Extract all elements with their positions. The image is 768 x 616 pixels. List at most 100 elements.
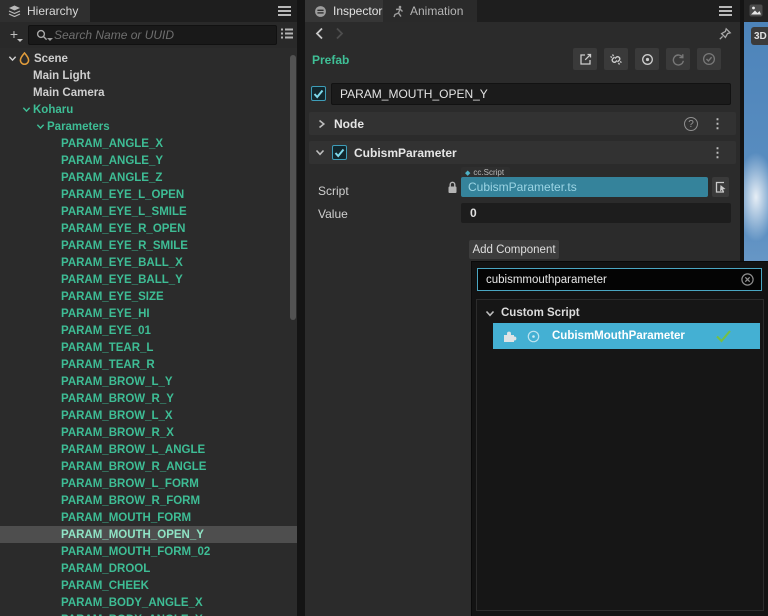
inspector-tabbar: Inspector Animation bbox=[305, 0, 740, 22]
tree-row[interactable]: PARAM_EYE_01 bbox=[0, 322, 297, 339]
hierarchy-scrollbar-thumb[interactable] bbox=[290, 55, 296, 320]
tree-row[interactable]: PARAM_BROW_L_FORM bbox=[0, 475, 297, 492]
prefab-revert-button[interactable] bbox=[666, 48, 690, 70]
tree-row-label: PARAM_EYE_L_SMILE bbox=[61, 205, 187, 218]
tab-animation[interactable]: Animation bbox=[383, 0, 478, 22]
chevron-down-icon bbox=[48, 444, 61, 456]
component-info-icon[interactable] bbox=[527, 330, 540, 343]
tree-row[interactable]: PARAM_EYE_SIZE bbox=[0, 288, 297, 305]
tree-row[interactable]: PARAM_BROW_L_ANGLE bbox=[0, 441, 297, 458]
chevron-down-icon[interactable] bbox=[34, 121, 47, 133]
tree-row[interactable]: Koharu bbox=[0, 101, 297, 118]
tab-hierarchy[interactable]: Hierarchy bbox=[0, 0, 91, 22]
node-section-label: Node bbox=[334, 116, 364, 131]
tree-row[interactable]: PARAM_TEAR_R bbox=[0, 356, 297, 373]
tree-row-label: PARAM_EYE_BALL_X bbox=[61, 256, 183, 269]
tree-row[interactable]: PARAM_BODY_ANGLE_X bbox=[0, 594, 297, 611]
tree-row[interactable]: PARAM_EYE_BALL_X bbox=[0, 254, 297, 271]
tree-row[interactable]: PARAM_DROOL bbox=[0, 560, 297, 577]
tree-row-label: PARAM_DROOL bbox=[61, 562, 151, 575]
tree-row[interactable]: PARAM_BROW_L_X bbox=[0, 407, 297, 424]
scene-tab-icon[interactable] bbox=[749, 4, 763, 17]
tree-row[interactable]: PARAM_BROW_L_Y bbox=[0, 373, 297, 390]
chevron-down-icon[interactable] bbox=[315, 148, 325, 157]
prefab-apply-button[interactable] bbox=[697, 48, 721, 70]
help-icon[interactable]: ? bbox=[684, 116, 698, 131]
tree-row-label: PARAM_BROW_L_FORM bbox=[61, 477, 199, 490]
tree-row[interactable]: PARAM_ANGLE_X bbox=[0, 135, 297, 152]
component-group-label: Custom Script bbox=[501, 307, 580, 319]
component-section-header[interactable]: CubismParameter ⋮ bbox=[309, 141, 736, 164]
component-search-input[interactable] bbox=[478, 273, 741, 286]
tree-row[interactable]: Parameters bbox=[0, 118, 297, 135]
pin-icon[interactable] bbox=[718, 27, 732, 41]
tree-row-label: PARAM_EYE_HI bbox=[61, 307, 150, 320]
component-item-cubismmouthparameter[interactable]: CubismMouthParameter bbox=[493, 323, 760, 349]
prefab-edit-button[interactable] bbox=[573, 48, 597, 70]
tree-row[interactable]: PARAM_BROW_R_X bbox=[0, 424, 297, 441]
browse-asset-button[interactable] bbox=[712, 177, 729, 197]
hierarchy-tabbar: Hierarchy bbox=[0, 0, 297, 22]
hierarchy-menu-icon[interactable] bbox=[278, 6, 291, 16]
hierarchy-search[interactable] bbox=[28, 25, 277, 45]
prefab-unlink-button[interactable] bbox=[604, 48, 628, 70]
create-node-button[interactable]: + bbox=[5, 26, 23, 44]
tree-row-label: PARAM_BROW_L_Y bbox=[61, 375, 173, 388]
tree-row[interactable]: PARAM_CHEEK bbox=[0, 577, 297, 594]
chevron-down-icon bbox=[48, 478, 61, 490]
chevron-down-icon bbox=[20, 70, 33, 82]
component-search[interactable] bbox=[477, 268, 762, 291]
prefab-locate-button[interactable] bbox=[635, 48, 659, 70]
tree-row[interactable]: PARAM_BROW_R_FORM bbox=[0, 492, 297, 509]
tree-row[interactable]: PARAM_EYE_BALL_Y bbox=[0, 271, 297, 288]
search-input[interactable] bbox=[54, 28, 276, 42]
tree-row-label: PARAM_EYE_R_SMILE bbox=[61, 239, 188, 252]
tree-row[interactable]: PARAM_EYE_L_OPEN bbox=[0, 186, 297, 203]
tree-row[interactable]: PARAM_BROW_R_ANGLE bbox=[0, 458, 297, 475]
tab-animation-label: Animation bbox=[410, 4, 464, 18]
list-view-icon[interactable] bbox=[280, 27, 294, 40]
tree-row[interactable]: PARAM_MOUTH_FORM bbox=[0, 509, 297, 526]
tree-row[interactable]: Scene bbox=[0, 50, 297, 67]
inspector-menu-icon[interactable] bbox=[719, 6, 732, 16]
tree-row[interactable]: PARAM_EYE_HI bbox=[0, 305, 297, 322]
kebab-menu-icon[interactable]: ⋮ bbox=[711, 145, 724, 161]
tree-row[interactable]: PARAM_EYE_R_SMILE bbox=[0, 237, 297, 254]
chevron-down-icon[interactable] bbox=[20, 104, 33, 116]
tree-row[interactable]: PARAM_MOUTH_FORM_02 bbox=[0, 543, 297, 560]
script-asset-field[interactable]: CubismParameter.ts bbox=[461, 177, 708, 197]
value-input[interactable]: 0 bbox=[461, 203, 731, 223]
tree-row[interactable]: PARAM_EYE_L_SMILE bbox=[0, 203, 297, 220]
view-mode-3d-button[interactable]: 3D bbox=[751, 27, 768, 45]
chevron-down-icon bbox=[48, 342, 61, 354]
tree-row[interactable]: PARAM_BROW_R_Y bbox=[0, 390, 297, 407]
chevron-down-icon bbox=[48, 172, 61, 184]
tree-row[interactable]: PARAM_EYE_R_OPEN bbox=[0, 220, 297, 237]
tree-row[interactable]: PARAM_TEAR_L bbox=[0, 339, 297, 356]
tree-row-label: PARAM_EYE_L_OPEN bbox=[61, 188, 185, 201]
tree-row[interactable]: Main Camera bbox=[0, 84, 297, 101]
node-section-header[interactable]: Node ? ⋮ bbox=[309, 112, 736, 135]
tree-row[interactable]: PARAM_ANGLE_Y bbox=[0, 152, 297, 169]
node-name-input[interactable]: PARAM_MOUTH_OPEN_Y bbox=[331, 83, 731, 105]
kebab-menu-icon[interactable]: ⋮ bbox=[711, 116, 724, 132]
tree-row-label: PARAM_ANGLE_Y bbox=[61, 154, 164, 167]
hierarchy-tree: Scene Main Light Main Camera Koharu Para… bbox=[0, 50, 297, 616]
tree-row[interactable]: PARAM_BODY_ANGLE_Y bbox=[0, 611, 297, 616]
chevron-down-icon[interactable] bbox=[6, 53, 19, 65]
chevron-right-icon[interactable] bbox=[317, 119, 326, 129]
clear-icon[interactable] bbox=[741, 273, 754, 286]
component-enabled-checkbox[interactable] bbox=[332, 145, 347, 160]
back-icon[interactable] bbox=[315, 27, 324, 40]
script-tag-label: cc.Script bbox=[473, 168, 505, 177]
component-item-label: CubismMouthParameter bbox=[552, 330, 685, 342]
component-group-custom-script[interactable]: Custom Script bbox=[485, 307, 580, 319]
forward-icon[interactable] bbox=[335, 27, 344, 40]
add-component-button[interactable]: Add Component bbox=[469, 240, 559, 259]
tree-row[interactable]: PARAM_ANGLE_Z bbox=[0, 169, 297, 186]
tree-row[interactable]: PARAM_MOUTH_OPEN_Y bbox=[0, 526, 297, 543]
plus-caret-icon bbox=[17, 39, 23, 42]
chevron-down-icon bbox=[48, 189, 61, 201]
tree-row[interactable]: Main Light bbox=[0, 67, 297, 84]
node-active-checkbox[interactable] bbox=[311, 86, 326, 101]
